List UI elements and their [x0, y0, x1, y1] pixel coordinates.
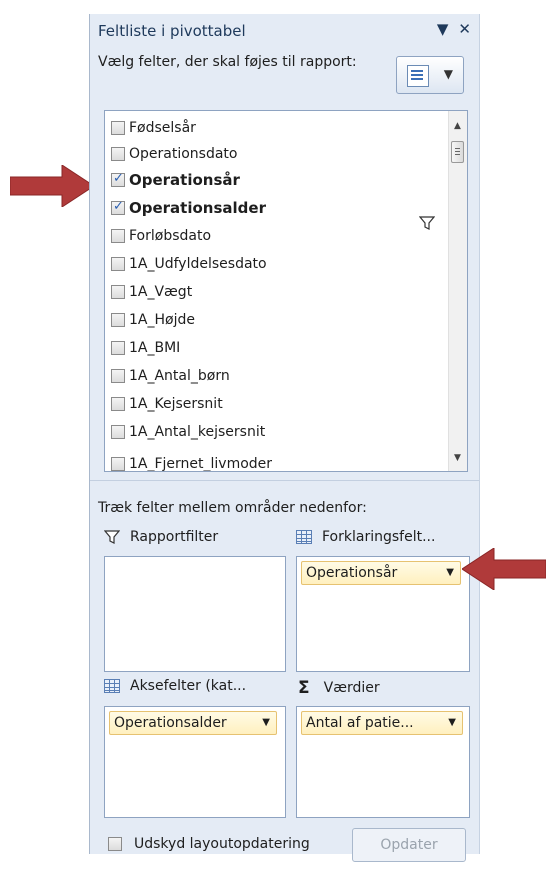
report-filter-area[interactable] [104, 556, 286, 672]
field-item[interactable]: 1A_Antal_kejsersnit [111, 419, 265, 445]
drag-fields-label: Træk felter mellem områder nedenfor: [98, 500, 367, 516]
annotation-arrow-left [10, 165, 95, 207]
field-checkbox[interactable] [111, 285, 125, 299]
field-item[interactable]: 1A_Vægt [111, 279, 192, 305]
field-checkbox[interactable] [111, 341, 125, 355]
axis-fields-label: Aksefelter (kat... [104, 678, 246, 694]
chevron-down-icon[interactable]: ▼ [446, 567, 454, 578]
grid-icon [296, 530, 312, 544]
field-item[interactable]: 1A_Udfyldelsesdato [111, 251, 267, 277]
field-label: 1A_Højde [129, 312, 195, 328]
field-checkbox[interactable] [111, 397, 125, 411]
field-checkbox[interactable] [111, 457, 125, 471]
field-label: 1A_Vægt [129, 284, 193, 300]
chevron-down-icon: ▼ [443, 67, 453, 81]
values-label: Σ Værdier [298, 678, 380, 698]
field-checkbox[interactable] [111, 425, 125, 439]
filter-icon[interactable] [419, 215, 435, 231]
report-filter-label: Rapportfilter [104, 529, 218, 545]
field-label: 1A_Kejsersnit [129, 396, 223, 412]
field-list: Fødselsår Operationsdato Operationsår Op… [104, 110, 468, 472]
field-item[interactable]: Operationsalder [111, 195, 266, 221]
field-label: Forløbsdato [129, 228, 212, 244]
pivot-field-list-pane: Feltliste i pivottabel ▼ ✕ Vælg felter, d… [89, 14, 480, 862]
layout-icon [407, 65, 429, 87]
field-label: 1A_Udfyldelsesdato [129, 256, 267, 272]
field-label: 1A_Fjernet_livmoder [129, 456, 273, 472]
field-label: 1A_BMI [129, 340, 181, 356]
grid-icon [104, 679, 120, 693]
choose-fields-label: Vælg felter, der skal føjes til rapport: [98, 54, 357, 70]
values-field-chip[interactable]: Antal af patie... ▼ [301, 711, 463, 735]
defer-layout-update[interactable]: Udskyd layoutopdatering [108, 836, 310, 852]
field-list-scrollbar[interactable]: ▲ ▼ [448, 111, 467, 471]
field-item[interactable]: 1A_Antal_børn [111, 363, 230, 389]
chevron-down-icon[interactable]: ▼ [262, 717, 270, 728]
close-icon[interactable]: ✕ [458, 20, 471, 38]
field-checkbox[interactable] [111, 147, 125, 161]
field-item[interactable]: 1A_Fjernet_livmoder [111, 451, 273, 472]
field-label: Operationsår [129, 171, 240, 189]
pane-menu-dropdown-icon[interactable]: ▼ [437, 20, 449, 38]
layout-options-button[interactable]: ▼ [396, 56, 464, 94]
scroll-down-icon[interactable]: ▼ [454, 453, 461, 463]
sigma-icon: Σ [298, 678, 310, 698]
filter-icon [104, 530, 120, 544]
field-label: Fødselsår [129, 120, 196, 136]
axis-field-chip[interactable]: Operationsalder ▼ [109, 711, 277, 735]
field-label: Operationsdato [129, 146, 238, 162]
field-item[interactable]: Operationsår [111, 167, 240, 193]
annotation-arrow-right [462, 548, 546, 590]
legend-fields-label: Forklaringsfelt... [296, 529, 435, 545]
field-label: Operationsalder [129, 199, 266, 217]
values-area[interactable]: Antal af patie... ▼ [296, 706, 470, 818]
field-checkbox[interactable] [111, 229, 125, 243]
field-checkbox[interactable] [111, 257, 125, 271]
legend-field-chip[interactable]: Operationsår ▼ [301, 561, 461, 585]
field-label: 1A_Antal_børn [129, 368, 230, 384]
update-button[interactable]: Opdater [352, 828, 466, 862]
field-item[interactable]: Fødselsår [111, 115, 196, 141]
legend-fields-area[interactable]: Operationsår ▼ [296, 556, 470, 672]
chevron-down-icon[interactable]: ▼ [448, 717, 456, 728]
field-checkbox[interactable] [111, 313, 125, 327]
field-item[interactable]: 1A_Kejsersnit [111, 391, 223, 417]
scroll-thumb[interactable] [451, 141, 464, 163]
defer-update-checkbox[interactable] [108, 837, 122, 851]
field-label: 1A_Antal_kejsersnit [129, 424, 266, 440]
field-checkbox[interactable] [111, 199, 125, 215]
field-item[interactable]: 1A_BMI [111, 335, 180, 361]
field-checkbox[interactable] [111, 171, 125, 187]
pane-header-icons: ▼ ✕ [427, 20, 471, 38]
field-checkbox[interactable] [111, 369, 125, 383]
pane-divider[interactable] [90, 480, 479, 485]
axis-fields-area[interactable]: Operationsalder ▼ [104, 706, 286, 818]
field-checkbox[interactable] [111, 121, 125, 135]
pane-title: Feltliste i pivottabel [98, 22, 246, 40]
scroll-up-icon[interactable]: ▲ [454, 121, 461, 131]
field-item[interactable]: 1A_Højde [111, 307, 195, 333]
field-item[interactable]: Operationsdato [111, 141, 238, 167]
field-item[interactable]: Forløbsdato [111, 223, 211, 249]
